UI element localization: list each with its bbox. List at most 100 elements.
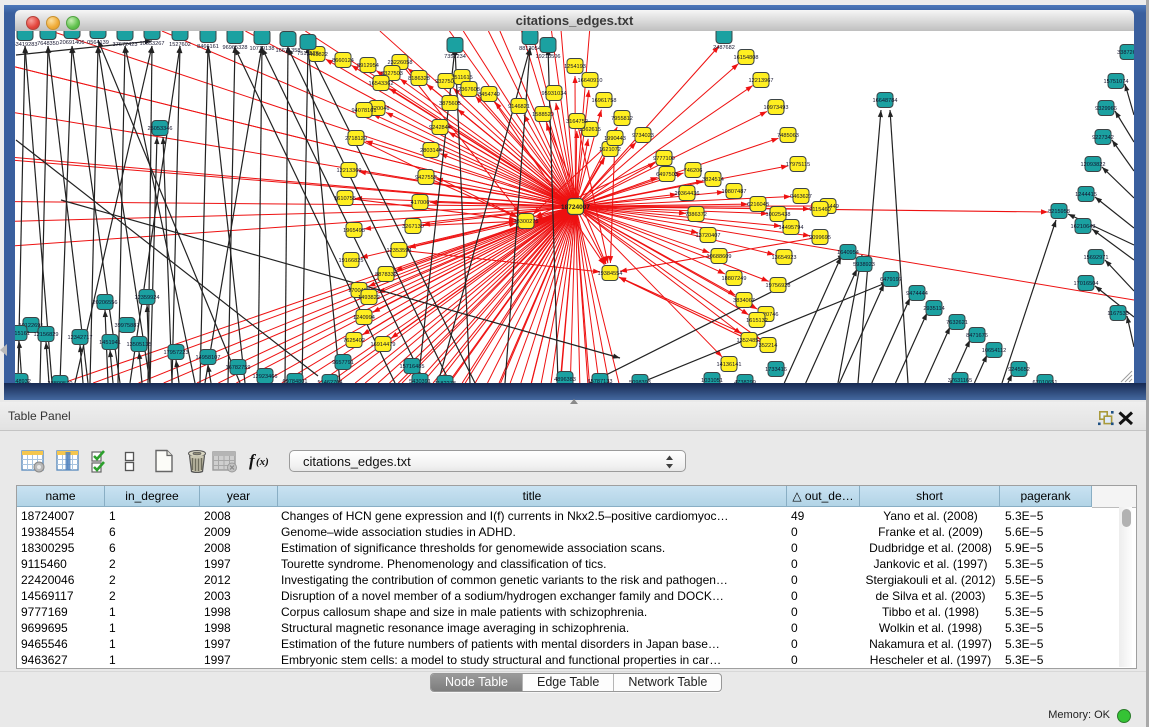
svg-text:5938923: 5938923 — [853, 262, 875, 268]
svg-text:13505135: 13505135 — [127, 342, 152, 348]
svg-text:3834067: 3834067 — [733, 298, 755, 304]
svg-text:1990443: 1990443 — [604, 136, 626, 142]
svg-text:3511615: 3511615 — [451, 75, 472, 81]
svg-text:10653267: 10653267 — [140, 41, 165, 47]
svg-text:(x): (x) — [256, 456, 269, 468]
svg-text:16782759: 16782759 — [226, 365, 251, 371]
svg-text:9463627: 9463627 — [790, 194, 812, 200]
svg-text:1031051: 1031051 — [701, 378, 723, 383]
svg-text:6497503: 6497503 — [656, 172, 678, 178]
svg-text:69784801: 69784801 — [283, 379, 308, 383]
svg-text:18300275: 18300275 — [514, 219, 539, 225]
svg-text:1621072: 1621072 — [599, 147, 621, 153]
svg-text:6216048: 6216048 — [747, 202, 769, 208]
svg-text:5430391: 5430391 — [409, 379, 431, 383]
svg-text:16640910: 16640910 — [578, 78, 603, 84]
svg-text:1167535: 1167535 — [1107, 311, 1128, 317]
svg-text:10973493: 10973493 — [764, 105, 789, 111]
svg-text:16543362: 16543362 — [369, 81, 394, 87]
svg-text:12923466: 12923466 — [253, 374, 278, 380]
svg-text:53419283: 53419283 — [15, 42, 37, 48]
svg-text:3875605: 3875605 — [439, 101, 461, 107]
svg-text:1527602: 1527602 — [169, 42, 191, 48]
svg-text:1965498: 1965498 — [343, 228, 365, 234]
svg-text:12359924: 12359924 — [135, 295, 160, 301]
svg-text:12093822: 12093822 — [1081, 162, 1106, 168]
svg-text:1244415: 1244415 — [1075, 192, 1097, 198]
svg-text:1640954: 1640954 — [837, 250, 859, 256]
svg-text:51462704: 51462704 — [318, 380, 343, 383]
svg-text:10807487: 10807487 — [722, 189, 747, 195]
svg-text:7625402: 7625402 — [343, 338, 365, 344]
svg-text:19384554: 19384554 — [598, 271, 623, 277]
svg-text:96965328: 96965328 — [223, 45, 248, 51]
svg-text:8471676: 8471676 — [966, 333, 988, 339]
svg-text:9227342: 9227342 — [1092, 135, 1114, 141]
svg-text:8660124: 8660124 — [332, 58, 354, 64]
svg-text:10688609: 10688609 — [707, 254, 732, 260]
svg-text:1588520: 1588520 — [532, 112, 554, 118]
svg-text:8466161: 8466161 — [197, 44, 219, 50]
svg-text:9474444: 9474444 — [906, 291, 928, 297]
svg-text:12353594: 12353594 — [387, 248, 412, 254]
svg-text:9242844: 9242844 — [429, 125, 451, 131]
svg-text:746206: 746206 — [684, 168, 703, 174]
svg-text:67010651: 67010651 — [1033, 380, 1058, 383]
svg-text:9146821: 9146821 — [508, 104, 530, 110]
svg-text:3915161: 3915161 — [15, 331, 30, 337]
svg-text:9427552: 9427552 — [415, 175, 437, 181]
svg-text:9099695: 9099695 — [809, 235, 831, 241]
svg-text:17975115: 17975115 — [786, 162, 810, 168]
svg-text:10025438: 10025438 — [766, 212, 791, 218]
svg-text:3824514: 3824514 — [702, 177, 724, 183]
svg-text:417006: 417006 — [411, 200, 430, 206]
svg-text:19756928: 19756928 — [766, 283, 791, 289]
svg-text:9734023: 9734023 — [632, 133, 654, 139]
svg-text:4896383: 4896383 — [554, 377, 576, 383]
svg-text:7515526: 7515526 — [297, 51, 319, 57]
svg-text:95931034: 95931034 — [542, 91, 567, 97]
svg-text:12213967: 12213967 — [749, 78, 774, 84]
svg-text:8454749: 8454749 — [478, 92, 500, 98]
svg-text:352214: 352214 — [759, 343, 778, 349]
svg-text:28809570: 28809570 — [48, 381, 73, 383]
svg-text:2487682: 2487682 — [713, 45, 735, 51]
svg-text:7648350: 7648350 — [37, 41, 59, 47]
svg-text:9245652: 9245652 — [1008, 367, 1030, 373]
svg-text:2935114: 2935114 — [923, 306, 944, 312]
svg-text:1733416: 1733416 — [765, 367, 787, 373]
svg-text:3267130: 3267130 — [402, 224, 424, 230]
svg-text:12213369: 12213369 — [337, 168, 362, 174]
svg-text:18724007: 18724007 — [561, 204, 590, 211]
svg-text:8215958: 8215958 — [1048, 209, 1070, 215]
svg-text:9115460: 9115460 — [809, 207, 830, 213]
svg-text:8186328: 8186328 — [408, 76, 430, 82]
svg-text:1451941: 1451941 — [99, 340, 121, 346]
svg-text:2718129: 2718129 — [345, 136, 367, 142]
svg-text:13654923: 13654923 — [772, 255, 797, 261]
svg-text:94078161: 94078161 — [352, 108, 377, 114]
svg-text:3164752: 3164752 — [566, 119, 588, 125]
svg-text:16210643: 16210643 — [1071, 224, 1096, 230]
svg-text:1493822: 1493822 — [358, 295, 380, 301]
svg-text:7182278: 7182278 — [434, 381, 456, 383]
svg-text:13720407: 13720407 — [696, 233, 721, 239]
svg-text:12342717: 12342717 — [68, 335, 93, 341]
svg-text:1240994: 1240994 — [353, 315, 375, 321]
svg-text:39975887: 39975887 — [115, 323, 140, 329]
svg-text:20364436: 20364436 — [675, 191, 700, 197]
svg-text:37631165: 37631165 — [948, 378, 972, 383]
svg-text:1615132: 1615132 — [746, 318, 768, 324]
svg-text:15716485: 15716485 — [400, 364, 425, 370]
svg-text:20691406: 20691406 — [60, 40, 85, 46]
svg-text:16961758: 16961758 — [592, 98, 617, 104]
svg-text:7386372: 7386372 — [685, 212, 707, 218]
svg-text:14136141: 14136141 — [717, 362, 742, 368]
svg-text:17957223: 17957223 — [164, 350, 189, 356]
svg-text:2803144: 2803144 — [420, 148, 442, 154]
svg-text:20206556: 20206556 — [93, 300, 118, 306]
svg-text:7357234: 7357234 — [444, 54, 466, 60]
svg-text:6479197: 6479197 — [880, 277, 902, 283]
svg-text:1254193: 1254193 — [564, 64, 586, 70]
svg-text:9329966: 9329966 — [1095, 106, 1117, 112]
